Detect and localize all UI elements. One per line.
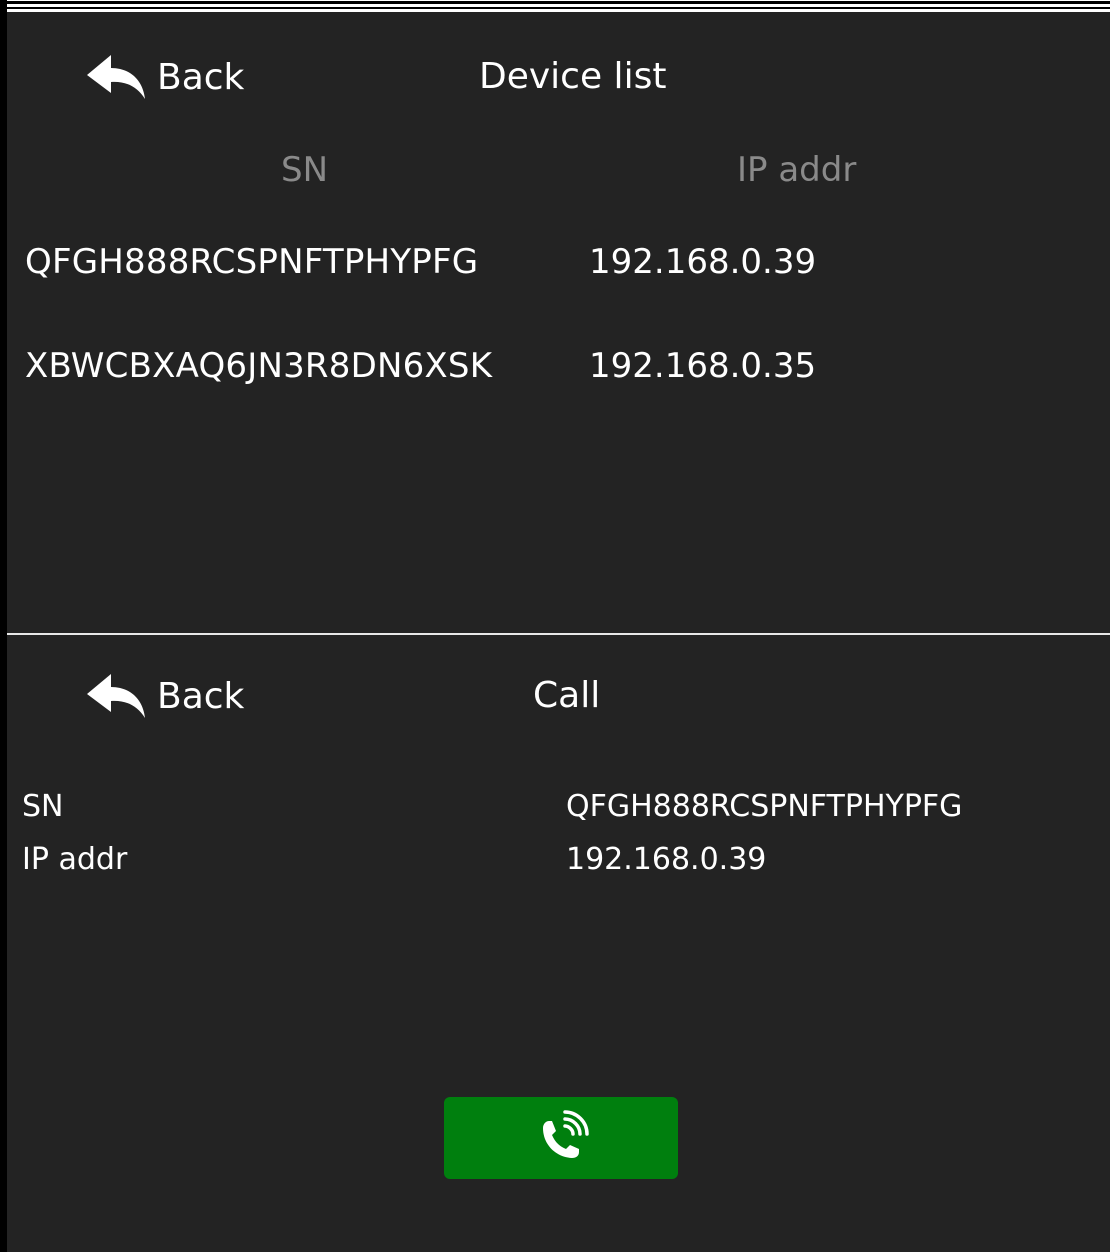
- back-button[interactable]: Back: [85, 671, 244, 721]
- page-title: Call: [533, 675, 601, 716]
- window-left-border: [0, 0, 7, 1252]
- top-border-line: [0, 1, 1110, 4]
- device-ip: 192.168.0.39: [589, 242, 817, 282]
- back-label: Back: [157, 675, 245, 717]
- ip-value: 192.168.0.39: [566, 842, 767, 877]
- back-label: Back: [157, 56, 245, 98]
- device-sn: XBWCBXAQ6JN3R8DN6XSK: [25, 346, 493, 386]
- column-header-ip: IP addr: [737, 150, 857, 190]
- sn-label: SN: [22, 789, 64, 824]
- column-header-sn: SN: [281, 150, 329, 190]
- device-row[interactable]: QFGH888RCSPNFTPHYPFG 192.168.0.39: [7, 230, 1110, 300]
- device-row[interactable]: XBWCBXAQ6JN3R8DN6XSK 192.168.0.35: [7, 334, 1110, 404]
- sn-value: QFGH888RCSPNFTPHYPFG: [566, 789, 963, 824]
- device-sn: QFGH888RCSPNFTPHYPFG: [25, 242, 479, 282]
- window-top-border: [0, 0, 1110, 12]
- call-button[interactable]: [444, 1097, 678, 1179]
- device-ip: 192.168.0.35: [589, 346, 817, 386]
- ip-label: IP addr: [22, 842, 128, 877]
- device-list-screen: Back Device list SN IP addr QFGH888RCSPN…: [7, 12, 1110, 633]
- phone-call-icon: [543, 1110, 589, 1158]
- back-arrow-icon: [87, 674, 145, 718]
- back-arrow-icon: [87, 55, 145, 99]
- back-button[interactable]: Back: [85, 52, 244, 102]
- call-screen: Back Call SN QFGH888RCSPNFTPHYPFG IP add…: [7, 635, 1110, 1252]
- top-border-line: [0, 7, 1110, 9]
- page-title: Device list: [479, 56, 667, 97]
